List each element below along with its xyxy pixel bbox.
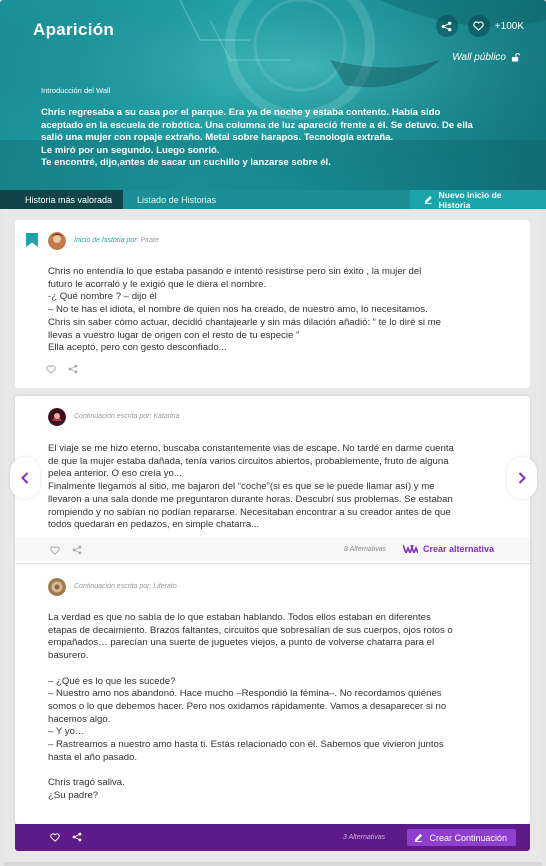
story-start-text: Chris no entendía lo que estaba pasando … xyxy=(48,266,442,354)
previous-continuation-button[interactable] xyxy=(10,457,40,499)
share-icon[interactable] xyxy=(68,364,78,374)
divider xyxy=(15,563,530,564)
avatar[interactable] xyxy=(48,408,66,426)
pen-icon xyxy=(424,196,432,204)
continuation-2-byline: Continuación escrita por: Literato xyxy=(74,583,177,590)
like-button[interactable] xyxy=(467,15,490,37)
byline-label: Continuación escrita por: xyxy=(74,413,152,420)
avatar[interactable] xyxy=(48,578,66,596)
pen-icon xyxy=(415,833,423,842)
alternative-branch-icon xyxy=(403,545,418,553)
continuation-2-actions xyxy=(50,832,82,842)
share-icon[interactable] xyxy=(72,832,82,842)
chevron-right-icon xyxy=(518,472,526,484)
create-continuation-button[interactable]: Crear Continuación xyxy=(407,829,516,846)
wall-title: Aparición xyxy=(33,20,115,39)
byline-label: Inicio de historia por: xyxy=(74,237,139,244)
tab-story-list[interactable]: Listado de Historias xyxy=(123,190,230,209)
bookmark-icon[interactable] xyxy=(26,233,38,247)
wall-visibility-label: Wall público xyxy=(452,52,506,63)
continuation-1-byline: Continuación escrita por: Katarina xyxy=(74,413,179,420)
heart-icon[interactable] xyxy=(50,545,60,555)
author-name[interactable]: Literato xyxy=(153,583,176,590)
story-start-actions xyxy=(46,364,78,374)
byline-label: Continuación escrita por: xyxy=(74,583,152,590)
wall-visibility: Wall público xyxy=(452,52,520,63)
next-continuation-button[interactable] xyxy=(507,457,537,499)
author-name[interactable]: Katarina xyxy=(153,413,179,420)
heart-icon[interactable] xyxy=(46,364,56,374)
story-start-byline: Inicio de historia por: Pirate xyxy=(74,237,159,244)
continuation-1-text: El viaje se me hizo eterno, buscaba cons… xyxy=(48,443,454,531)
new-story-start-label: Nuevo inicio de Historia xyxy=(438,189,502,210)
alternatives-count[interactable]: 3 Alternativas xyxy=(343,834,385,841)
share-button[interactable] xyxy=(435,15,458,37)
heart-icon xyxy=(473,21,484,31)
story-tabs: Historia más valorada Listado de Histori… xyxy=(0,189,546,210)
continuation-2-text: La verdad es que no sabía de lo que esta… xyxy=(48,612,453,801)
continuation-1-actions xyxy=(50,545,82,555)
author-name[interactable]: Pirate xyxy=(141,237,159,244)
share-icon[interactable] xyxy=(72,545,82,555)
tab-most-rated[interactable]: Historia más valorada xyxy=(0,190,124,209)
like-control[interactable]: +100K xyxy=(467,15,524,37)
create-continuation-label: Crear Continuación xyxy=(429,832,507,843)
heart-icon[interactable] xyxy=(50,832,60,842)
likes-count: +100K xyxy=(494,20,524,32)
continuation-2-footer: 3 Alternativas Crear Continuación xyxy=(15,824,530,851)
intro-text: Chris regresaba a su casa por el parque.… xyxy=(41,107,473,169)
new-story-start-button[interactable]: Nuevo inicio de Historia xyxy=(410,189,546,210)
header-actions: +100K xyxy=(435,15,524,37)
create-alternative-button[interactable]: Crear alternativa xyxy=(403,544,494,554)
wall-header: Aparición +100K Wall público Introducció… xyxy=(0,0,546,190)
unlock-icon xyxy=(511,53,520,62)
create-alternative-label: Crear alternativa xyxy=(423,544,495,554)
alternatives-count[interactable]: 8 Alternativas xyxy=(344,546,386,553)
avatar[interactable] xyxy=(48,232,66,250)
chevron-left-icon xyxy=(21,472,29,484)
intro-label: Introducción del Wall xyxy=(41,86,111,95)
share-icon xyxy=(441,21,452,31)
divider xyxy=(4,862,542,866)
